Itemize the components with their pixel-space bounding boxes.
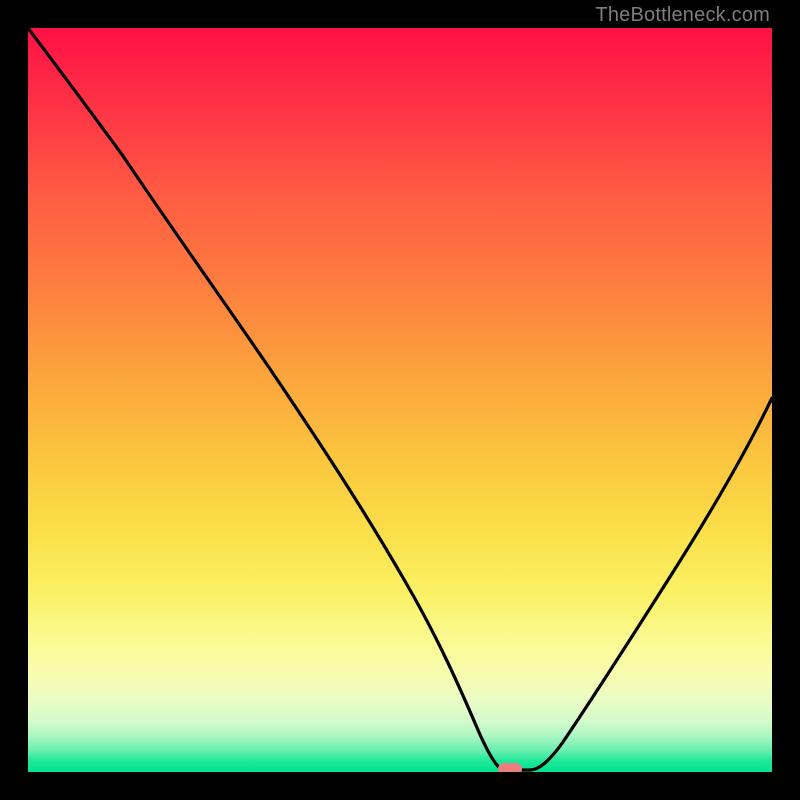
optimal-marker: [498, 763, 522, 772]
chart-frame: TheBottleneck.com: [0, 0, 800, 800]
curve-layer: [28, 28, 772, 772]
watermark-text: TheBottleneck.com: [595, 4, 770, 27]
bottleneck-curve: [28, 28, 772, 770]
plot-area: [28, 28, 772, 772]
